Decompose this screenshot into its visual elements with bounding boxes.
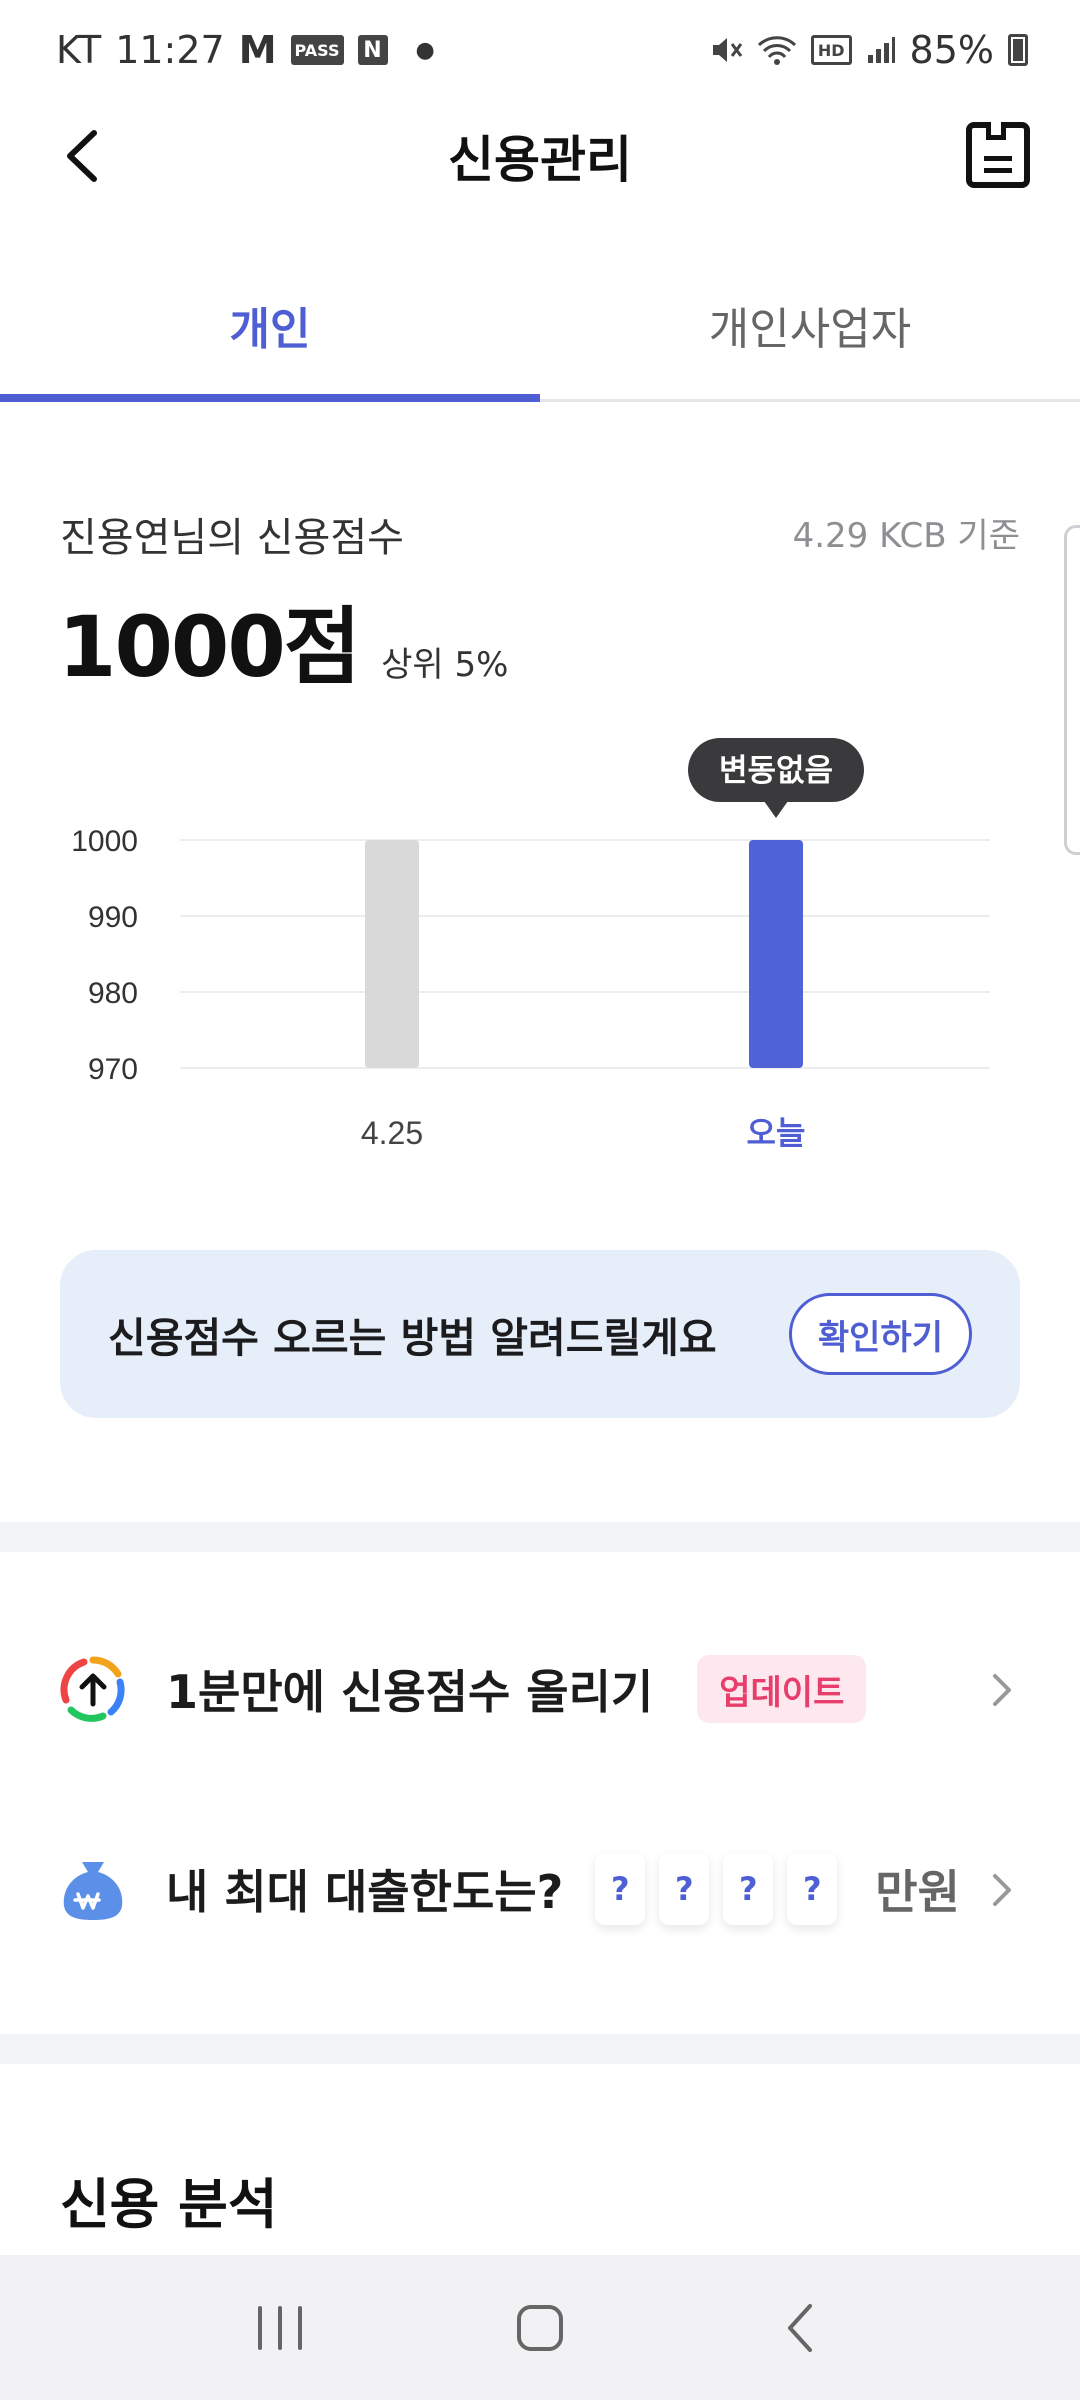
hidden-digit-box: ? bbox=[723, 1853, 774, 1925]
status-left: KT 11:27 M PASS N ● bbox=[56, 28, 435, 72]
section-divider bbox=[0, 1522, 1080, 1552]
amount-unit: 만원 bbox=[875, 1865, 960, 1919]
hidden-digit-box: ? bbox=[787, 1853, 838, 1925]
tip-text: 신용점수 오르는 방법 알려드릴게요 bbox=[108, 1314, 717, 1362]
more-notifications-dot-icon: ● bbox=[415, 37, 435, 63]
time-label: 11:27 bbox=[115, 28, 225, 72]
loan-limit-row[interactable]: 내 최대 대출한도는? ? ? ? ? 만원 bbox=[0, 1834, 1080, 1944]
credit-analysis-title: 신용 분석 bbox=[60, 2173, 278, 2236]
battery-percent: 85% bbox=[909, 28, 994, 72]
hd-icon: HD bbox=[810, 35, 852, 65]
carrier-label: KT bbox=[56, 28, 102, 72]
section-divider bbox=[0, 2034, 1080, 2064]
hidden-digit-box: ? bbox=[659, 1853, 710, 1925]
wifi-icon bbox=[757, 36, 796, 65]
tooltip-pointer bbox=[764, 801, 788, 818]
recent-apps-button[interactable] bbox=[235, 2283, 325, 2373]
battery-icon bbox=[1008, 34, 1028, 66]
back-button[interactable] bbox=[50, 124, 114, 188]
tab-bar: 개인 개인사업자 bbox=[0, 250, 1080, 402]
hidden-amount-boxes: ? ? ? ? bbox=[595, 1853, 838, 1925]
chevron-left-icon bbox=[67, 130, 97, 182]
loan-limit-title: 내 최대 대출한도는? bbox=[166, 1865, 564, 1919]
mute-icon bbox=[712, 38, 743, 62]
raise-score-title: 1분만에 신용점수 올리기 bbox=[166, 1665, 654, 1719]
tab-sole-proprietor[interactable]: 개인사업자 bbox=[540, 250, 1080, 399]
naver-icon: N bbox=[357, 35, 388, 65]
score-basis: 4.29 KCB 기준 bbox=[792, 516, 1020, 556]
x-tick-label: 4.25 bbox=[361, 1115, 423, 1151]
score-rank: 상위 5% bbox=[381, 645, 509, 685]
tooltip-text: 변동없음 bbox=[719, 753, 833, 789]
credit-score-value: 1000점 bbox=[58, 598, 361, 696]
gmail-icon: M bbox=[238, 28, 277, 72]
pass-icon: PASS bbox=[290, 35, 344, 65]
app-header: 신용관리 bbox=[0, 100, 1080, 212]
status-right: HD 85% bbox=[709, 28, 1028, 72]
money-bag-icon bbox=[58, 1854, 128, 1924]
signal-icon bbox=[867, 37, 895, 63]
report-button[interactable] bbox=[966, 122, 1030, 188]
hidden-digit-box: ? bbox=[595, 1853, 646, 1925]
y-tick-label: 970 bbox=[88, 1053, 138, 1086]
y-tick-label: 980 bbox=[88, 977, 138, 1010]
update-badge: 업데이트 bbox=[697, 1655, 867, 1723]
home-button[interactable] bbox=[495, 2283, 585, 2373]
score-chart: 1000 990 980 970 4.25 오늘 변동없음 bbox=[71, 738, 990, 1151]
page-title: 신용관리 bbox=[448, 131, 632, 189]
score-row: 1000점 상위 5% bbox=[58, 580, 508, 701]
tab-personal[interactable]: 개인 bbox=[0, 250, 540, 402]
recent-apps-icon bbox=[258, 2305, 302, 2350]
report-icon-line bbox=[984, 168, 1012, 173]
confirm-button[interactable]: 확인하기 bbox=[788, 1293, 972, 1375]
home-icon bbox=[517, 2304, 563, 2351]
report-icon-line bbox=[984, 156, 1012, 161]
score-bar bbox=[749, 840, 803, 1068]
score-label: 진용연님의 신용점수 bbox=[60, 515, 404, 561]
bookmark-notch bbox=[986, 122, 1006, 140]
system-nav-bar bbox=[0, 2255, 1080, 2400]
score-bar bbox=[365, 840, 419, 1068]
x-tick-label: 오늘 bbox=[747, 1115, 806, 1151]
y-tick-label: 990 bbox=[88, 901, 138, 934]
chevron-right-icon bbox=[982, 1870, 1022, 1910]
y-tick-label: 1000 bbox=[71, 825, 138, 858]
chevron-right-icon bbox=[982, 1670, 1022, 1710]
back-nav-icon bbox=[788, 2303, 812, 2352]
back-nav-button[interactable] bbox=[755, 2283, 845, 2373]
tip-banner: 신용점수 오르는 방법 알려드릴게요 확인하기 bbox=[60, 1250, 1020, 1418]
raise-score-row[interactable]: 1분만에 신용점수 올리기 업데이트 bbox=[0, 1634, 1080, 1744]
arrow-up-circle-icon bbox=[58, 1654, 128, 1724]
status-bar: KT 11:27 M PASS N ● HD 85% bbox=[0, 0, 1080, 100]
